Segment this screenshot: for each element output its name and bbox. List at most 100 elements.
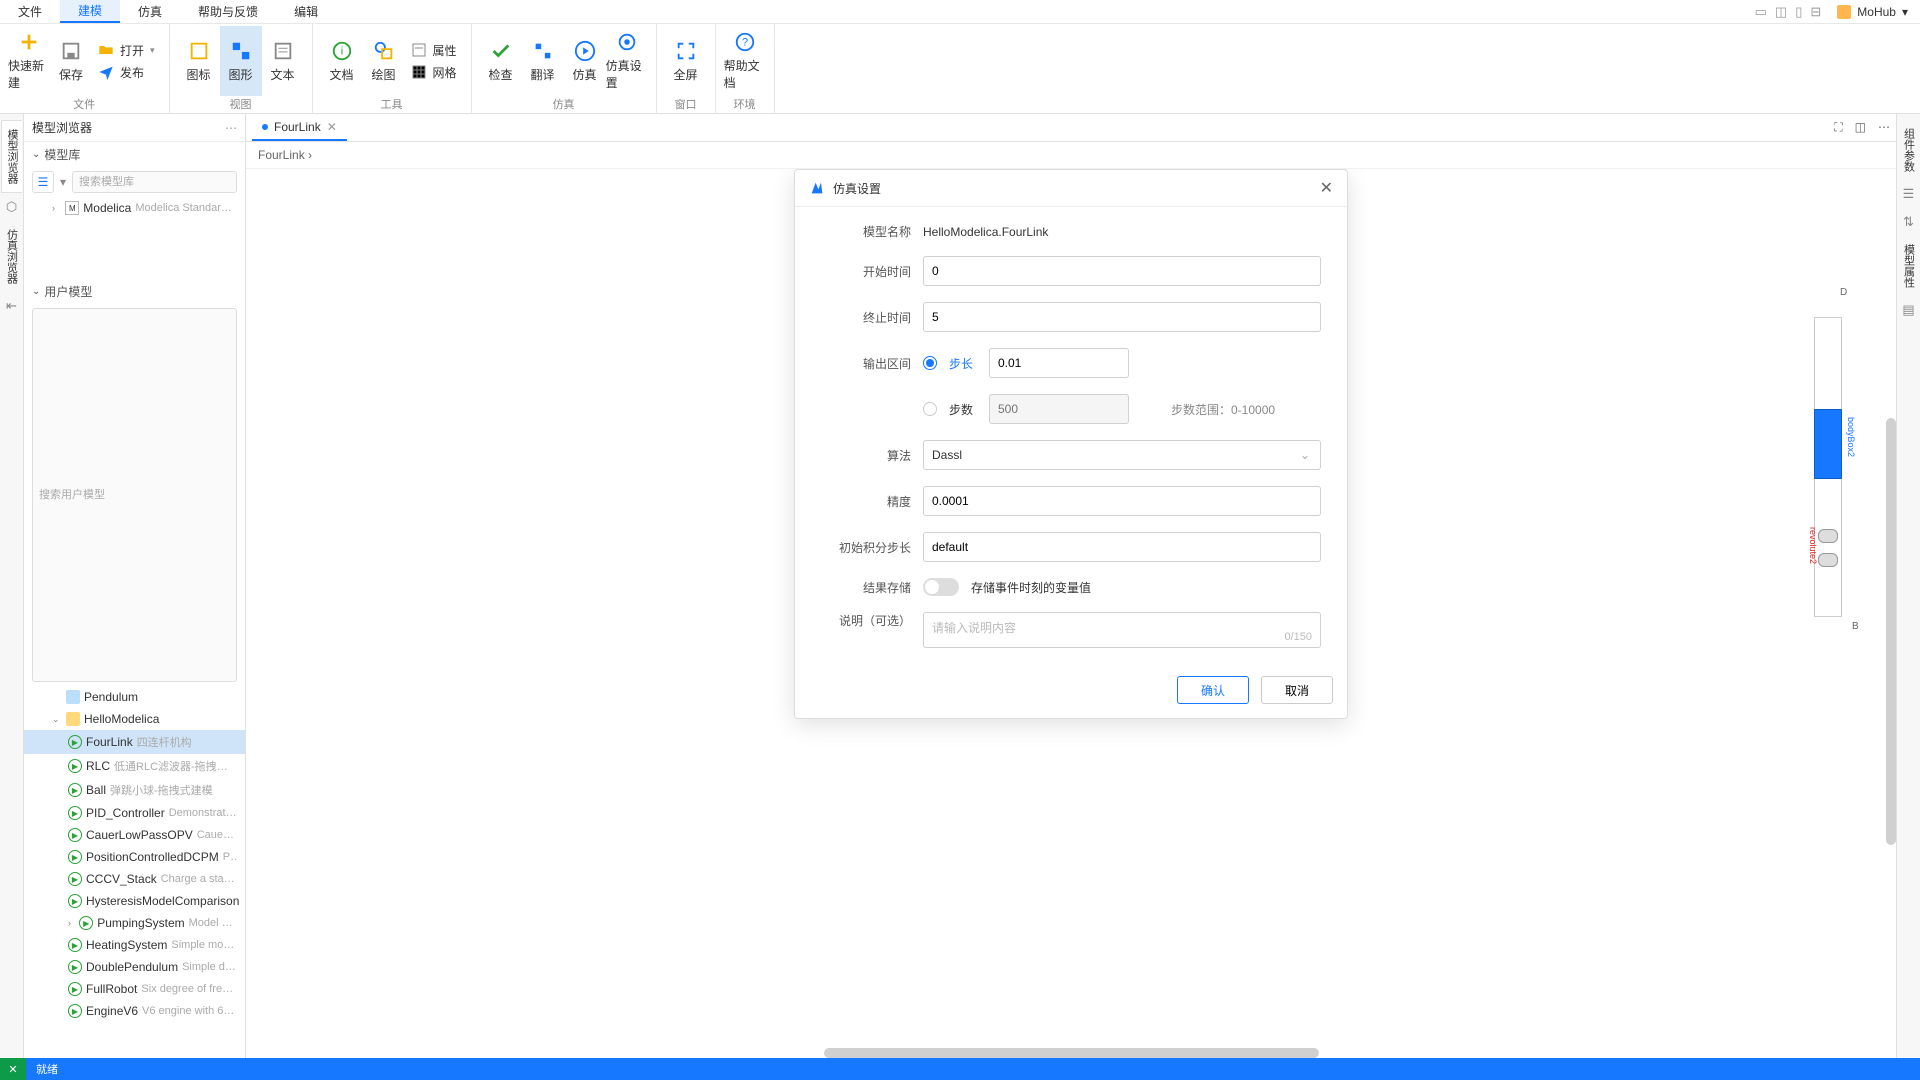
sim-settings-button[interactable]: 仿真设置 — [606, 26, 648, 96]
text-view-icon — [272, 40, 294, 62]
step-input[interactable] — [989, 348, 1129, 378]
tree-item[interactable]: ▶FourLink四连杆机构 — [24, 730, 245, 754]
tree-item[interactable]: ▶FullRobotSix degree of freedo — [24, 978, 245, 1000]
breadcrumb[interactable]: FourLink › — [246, 142, 1896, 169]
radio-step[interactable] — [923, 356, 937, 370]
tree-item[interactable]: ›▶PumpingSystemModel of a pu — [24, 912, 245, 934]
editor-more-icon[interactable]: ⋯ — [1878, 120, 1890, 135]
fullscreen-button[interactable]: 全屏 — [665, 26, 707, 96]
vtab-sim-browser[interactable]: 仿真浏览器 — [2, 221, 22, 292]
tree-item[interactable]: ⌄HelloModelica — [24, 708, 245, 730]
start-time-input[interactable] — [923, 256, 1321, 286]
tree-item-modelica[interactable]: › M Modelica Modelica Standard Lib — [24, 197, 245, 219]
simulate-button[interactable]: 仿真 — [564, 26, 606, 96]
play-icon: ▶ — [68, 872, 82, 886]
quick-new-button[interactable]: 快速新建 — [8, 26, 50, 96]
vscroll[interactable] — [1886, 418, 1896, 845]
tab-close-icon[interactable]: ✕ — [327, 120, 337, 134]
tree-item[interactable]: Pendulum — [24, 686, 245, 708]
tree-item[interactable]: ▶EngineV6V6 engine with 6 cyl — [24, 1000, 245, 1022]
sim-settings-modal: 仿真设置 ✕ 模型名称 HelloModelica.FourLink 开始时间 — [794, 169, 1348, 719]
tree-item[interactable]: ▶HysteresisModelComparisonC — [24, 890, 245, 912]
doc-icon: i — [331, 40, 353, 62]
win-layout2-icon[interactable]: ◫ — [1771, 4, 1791, 20]
play-icon: ▶ — [68, 982, 82, 996]
view-icon-button[interactable]: 图标 — [178, 26, 220, 96]
brand-icon — [1837, 5, 1851, 19]
help-doc-button[interactable]: ? 帮助文档 — [724, 26, 766, 96]
ok-button[interactable]: 确认 — [1177, 676, 1249, 704]
draw-button[interactable]: 绘图 — [363, 26, 405, 96]
win-layout1-icon[interactable]: ▭ — [1751, 4, 1771, 20]
tree-item[interactable]: ▶CCCV_StackCharge a stack wit — [24, 868, 245, 890]
list-icon[interactable]: ☰ — [1903, 186, 1915, 202]
modal-close-icon[interactable]: ✕ — [1320, 178, 1333, 198]
chevron-down-icon[interactable]: ▾ — [60, 175, 66, 189]
tree-item[interactable]: ▶DoublePendulumSimple doub — [24, 956, 245, 978]
publish-button[interactable]: 发布 — [92, 61, 161, 83]
section-model-lib[interactable]: ⌄ 模型库 — [24, 142, 245, 167]
cube-icon[interactable]: ⬡ — [6, 199, 17, 215]
props-button[interactable]: 属性 — [405, 39, 463, 61]
view-text-button[interactable]: 文本 — [262, 26, 304, 96]
radio-steps[interactable] — [923, 402, 937, 416]
check-button[interactable]: 检查 — [480, 26, 522, 96]
win-layout3-icon[interactable]: ▯ — [1791, 4, 1806, 20]
play-icon: ▶ — [68, 783, 82, 797]
save-button[interactable]: 保存 — [50, 26, 92, 96]
panel-more-icon[interactable]: ⋯ — [225, 121, 237, 135]
collapse-icon[interactable]: ⇤ — [6, 298, 17, 314]
joint1[interactable] — [1818, 529, 1838, 543]
tree-item[interactable]: ▶Ball弹跳小球-拖拽式建模 — [24, 778, 245, 802]
body-box[interactable] — [1814, 409, 1842, 479]
menu-sim[interactable]: 仿真 — [120, 0, 180, 23]
fullscreen-icon — [675, 40, 697, 62]
init-step-input[interactable] — [923, 532, 1321, 562]
model-name-value: HelloModelica.FourLink — [923, 225, 1048, 239]
editor-tool2-icon[interactable]: ◫ — [1855, 120, 1866, 135]
joint2[interactable] — [1818, 553, 1838, 567]
vtab-component-params[interactable]: 组件参数 — [1899, 120, 1919, 180]
tree-item[interactable]: ▶CauerLowPassOPVCauer low p — [24, 824, 245, 846]
grid-button[interactable]: 网格 — [405, 61, 463, 83]
translate-button[interactable]: 翻译 — [522, 26, 564, 96]
hscroll[interactable] — [824, 1048, 1319, 1058]
lib-search-input[interactable] — [72, 171, 237, 193]
brand-menu[interactable]: MoHub ▾ — [1825, 5, 1920, 19]
stop-time-input[interactable] — [923, 302, 1321, 332]
menu-edit[interactable]: 编辑 — [276, 0, 336, 23]
tree-item[interactable]: ▶PID_ControllerDemonstrates t — [24, 802, 245, 824]
section-user-models[interactable]: ⌄ 用户模型 — [24, 279, 245, 304]
steps-range-hint: 步数范围：0-10000 — [1171, 401, 1275, 418]
tree-item[interactable]: ▶RLC低通RLC滤波器-拖拽式建模 — [24, 754, 245, 778]
detail-icon[interactable]: ▤ — [1902, 302, 1914, 318]
menu-file[interactable]: 文件 — [0, 0, 60, 23]
swap-icon[interactable]: ⇅ — [1903, 214, 1914, 230]
expander-icon[interactable]: ⌄ — [52, 714, 62, 725]
tree-item[interactable]: ▶HeatingSystemSimple model o — [24, 934, 245, 956]
user-search-input[interactable] — [32, 308, 237, 682]
expander-icon[interactable]: › — [52, 203, 61, 213]
desc-textarea[interactable]: 请输入说明内容 0/150 — [923, 612, 1321, 648]
view-graph-button[interactable]: 图形 — [220, 26, 262, 96]
canvas[interactable]: D bodyBox2 revolute2 B 仿真设置 ✕ — [246, 169, 1896, 1058]
editor-tool1-icon[interactable]: ⛶ — [1834, 120, 1842, 135]
expander-icon[interactable]: › — [68, 918, 75, 928]
tree-view-button[interactable]: ☰ — [32, 171, 54, 193]
grid-icon — [411, 64, 427, 80]
vtab-model-browser[interactable]: 模型浏览器 — [1, 120, 22, 193]
menu-model[interactable]: 建模 — [60, 0, 120, 23]
precision-input[interactable] — [923, 486, 1321, 516]
open-button[interactable]: 打开 ▾ — [92, 39, 161, 61]
menu-help[interactable]: 帮助与反馈 — [180, 0, 276, 23]
tree-item[interactable]: ▶PositionControlledDCPMPositi — [24, 846, 245, 868]
tab-fourlink[interactable]: FourLink ✕ — [252, 114, 347, 141]
vtab-model-props[interactable]: 模型属性 — [1899, 236, 1919, 296]
ribbon-group-env: 环境 — [724, 96, 766, 116]
cancel-button[interactable]: 取消 — [1261, 676, 1333, 704]
algo-select[interactable]: Dassl — [923, 440, 1321, 470]
doc-button[interactable]: i 文档 — [321, 26, 363, 96]
statusbar-close-icon[interactable]: ✕ — [0, 1058, 26, 1080]
result-store-toggle[interactable] — [923, 578, 959, 596]
win-layout4-icon[interactable]: ⊟ — [1806, 4, 1825, 20]
